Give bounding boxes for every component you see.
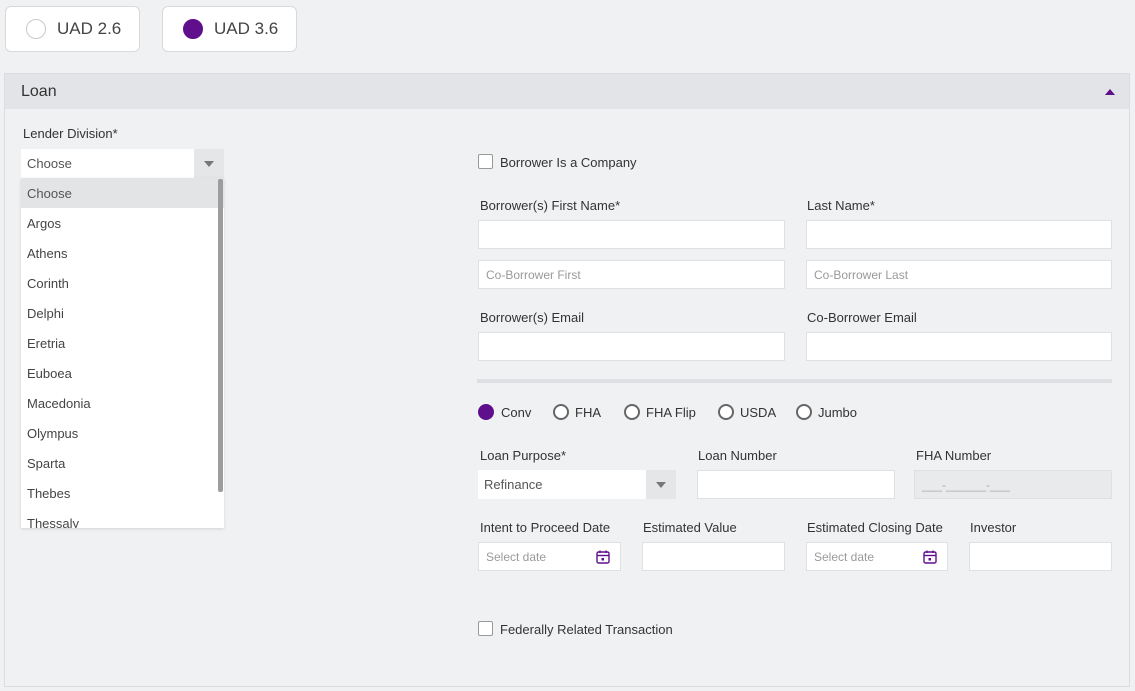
borrower-is-company-label: Borrower Is a Company bbox=[500, 155, 637, 170]
borrower-first-label: Borrower(s) First Name* bbox=[480, 198, 621, 213]
estimated-closing-label: Estimated Closing Date bbox=[807, 520, 943, 535]
loan-purpose-select[interactable]: Refinance bbox=[478, 470, 676, 499]
dropdown-option[interactable]: Thebes bbox=[21, 478, 224, 508]
dropdown-arrow-icon[interactable] bbox=[194, 149, 224, 178]
dropdown-option[interactable]: Delphi bbox=[21, 298, 224, 328]
loan-type-fha-label: FHA bbox=[575, 405, 601, 420]
co-borrower-email-label: Co-Borrower Email bbox=[807, 310, 917, 325]
section-divider bbox=[477, 379, 1112, 383]
dropdown-option[interactable]: Eretria bbox=[21, 328, 224, 358]
borrower-email-label: Borrower(s) Email bbox=[480, 310, 585, 325]
loan-purpose-selected: Refinance bbox=[484, 477, 543, 492]
dropdown-option[interactable]: Choose bbox=[21, 178, 224, 208]
last-name-input[interactable] bbox=[806, 220, 1112, 249]
loan-purpose-label: Loan Purpose* bbox=[480, 448, 567, 463]
calendar-icon[interactable] bbox=[596, 550, 610, 564]
lender-division-dropdown: Choose Argos Athens Corinth Delphi Eretr… bbox=[21, 178, 224, 528]
dropdown-scrollbar[interactable] bbox=[218, 179, 223, 492]
dropdown-option[interactable]: Sparta bbox=[21, 448, 224, 478]
borrower-first-input[interactable] bbox=[478, 220, 785, 249]
dropdown-option[interactable]: Corinth bbox=[21, 268, 224, 298]
estimated-value-label: Estimated Value bbox=[643, 520, 737, 535]
dropdown-option[interactable]: Athens bbox=[21, 238, 224, 268]
co-borrower-last-input[interactable]: Co-Borrower Last bbox=[806, 260, 1112, 289]
uad-3-6-label: UAD 3.6 bbox=[214, 19, 279, 38]
lender-division-selected: Choose bbox=[27, 156, 72, 171]
co-borrower-email-input[interactable] bbox=[806, 332, 1112, 361]
federally-related-label: Federally Related Transaction bbox=[500, 622, 673, 637]
dropdown-option[interactable]: Olympus bbox=[21, 418, 224, 448]
loan-type-fha-flip-label: FHA Flip bbox=[646, 405, 696, 420]
borrower-is-company-checkbox[interactable] bbox=[478, 154, 493, 169]
uad-2-6-label: UAD 2.6 bbox=[57, 19, 122, 38]
dropdown-option[interactable]: Euboea bbox=[21, 358, 224, 388]
estimated-closing-date-input[interactable]: Select date bbox=[806, 542, 948, 571]
loan-number-input[interactable] bbox=[697, 470, 895, 499]
loan-number-label: Loan Number bbox=[698, 448, 777, 463]
loan-type-jumbo-label: Jumbo bbox=[818, 405, 858, 420]
estimated-value-input[interactable] bbox=[642, 542, 785, 571]
loan-panel-header[interactable]: Loan bbox=[5, 74, 1129, 109]
fha-number-input: ___-______-___ bbox=[914, 470, 1112, 499]
loan-type-conv-label: Conv bbox=[501, 405, 532, 420]
intent-to-proceed-date-input[interactable]: Select date bbox=[478, 542, 621, 571]
investor-input[interactable] bbox=[969, 542, 1112, 571]
loan-type-conv-radio[interactable] bbox=[478, 404, 494, 420]
loan-type-fha-radio[interactable] bbox=[553, 404, 569, 420]
borrower-email-input[interactable] bbox=[478, 332, 785, 361]
investor-label: Investor bbox=[970, 520, 1017, 535]
calendar-icon[interactable] bbox=[923, 550, 937, 564]
intent-to-proceed-label: Intent to Proceed Date bbox=[480, 520, 611, 535]
loan-type-jumbo-radio[interactable] bbox=[796, 404, 812, 420]
uad-2-6-option[interactable]: UAD 2.6 bbox=[5, 6, 140, 52]
lender-division-select[interactable]: Choose bbox=[21, 149, 224, 178]
panel-title: Loan bbox=[21, 82, 57, 100]
lender-division-label: Lender Division* bbox=[23, 126, 118, 141]
collapse-caret-icon[interactable] bbox=[1105, 88, 1115, 95]
fha-number-label: FHA Number bbox=[916, 448, 992, 463]
dropdown-option[interactable]: Argos bbox=[21, 208, 224, 238]
uad-3-6-radio[interactable] bbox=[183, 19, 203, 39]
dropdown-option[interactable]: Thessaly bbox=[21, 508, 224, 529]
loan-type-usda-label: USDA bbox=[740, 405, 777, 420]
co-borrower-first-input[interactable]: Co-Borrower First bbox=[478, 260, 785, 289]
loan-type-fha-flip-radio[interactable] bbox=[624, 404, 640, 420]
dropdown-arrow-icon[interactable] bbox=[646, 470, 676, 499]
loan-type-usda-radio[interactable] bbox=[718, 404, 734, 420]
uad-3-6-option[interactable]: UAD 3.6 bbox=[162, 6, 297, 52]
uad-2-6-radio[interactable] bbox=[26, 19, 46, 39]
federally-related-checkbox[interactable] bbox=[478, 621, 493, 636]
dropdown-option[interactable]: Macedonia bbox=[21, 388, 224, 418]
last-name-label: Last Name* bbox=[807, 198, 875, 213]
